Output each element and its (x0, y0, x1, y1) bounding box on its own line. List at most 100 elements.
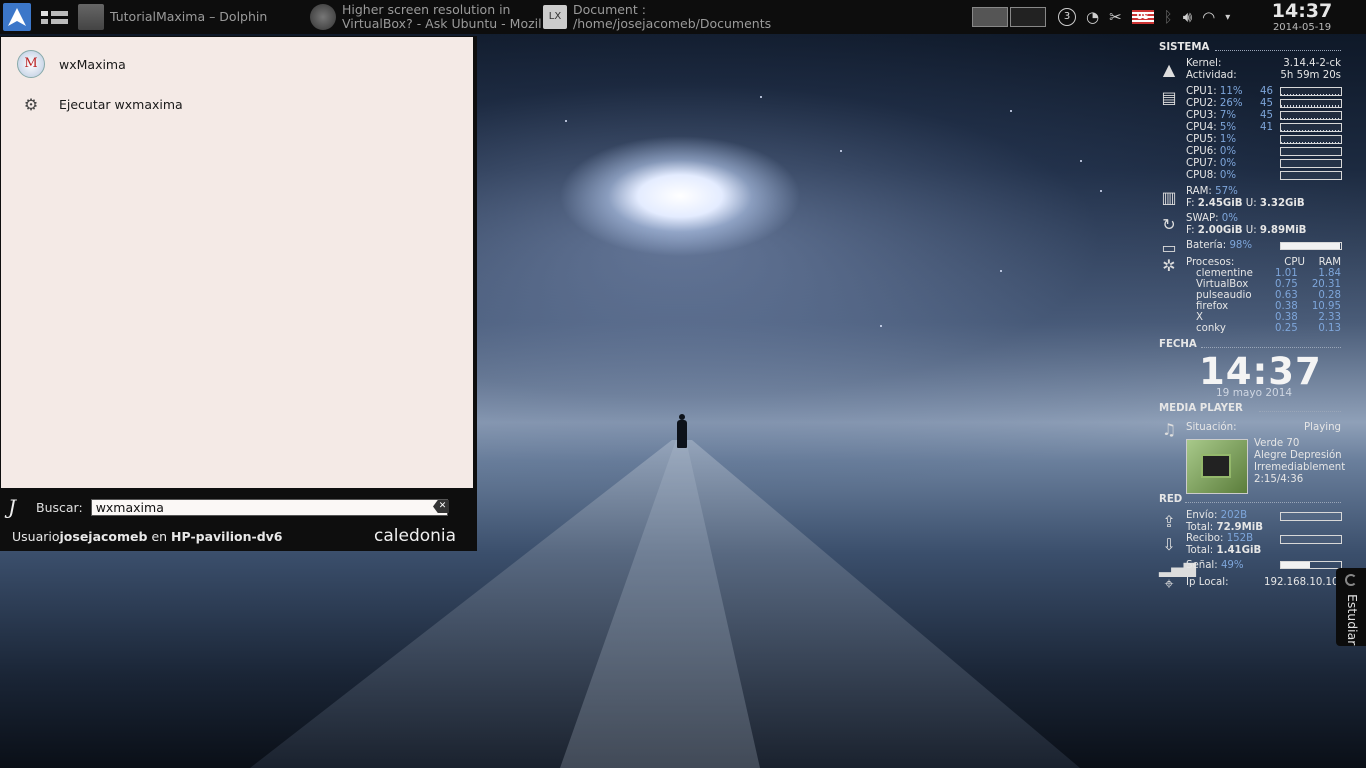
process-ram: 2.33 (1318, 312, 1341, 323)
cpu-graph (1280, 99, 1342, 108)
user-prefix: Usuario (12, 529, 60, 544)
process-cpu: 0.75 (1275, 279, 1298, 290)
media-album: Irremediablement (1254, 462, 1346, 473)
cpu-chip-icon: ▤ (1161, 88, 1177, 107)
cpu-row: CPU4: 5% (1186, 122, 1236, 134)
tray-expand-icon[interactable]: ▾ (1225, 12, 1230, 23)
search-input[interactable] (90, 498, 448, 516)
divider (1201, 347, 1341, 348)
bluetooth-icon[interactable]: ᛒ (1164, 8, 1173, 26)
app-launcher-button[interactable] (3, 3, 31, 31)
battery-row: Batería: 98% (1186, 240, 1252, 252)
process-name: VirtualBox (1196, 279, 1249, 290)
virtual-desktop-pager[interactable] (40, 8, 70, 26)
side-tab-estudiar[interactable]: Estudiar (1336, 568, 1366, 646)
wifi-icon[interactable]: ◠ (1202, 8, 1215, 26)
cpu-pct: 0% (1219, 158, 1237, 169)
ram-used-label: U: (1245, 198, 1257, 209)
upload-row: Envío: 202B (1186, 510, 1247, 522)
result-wxmaxima[interactable]: M wxMaxima (17, 49, 126, 79)
cpu-graph (1280, 135, 1342, 144)
cpu-row: CPU3: 7% (1186, 110, 1236, 122)
pager-icon (41, 11, 68, 24)
media-track: Verde 70 (1254, 438, 1300, 449)
cpu-graph (1280, 171, 1342, 180)
klipper-icon[interactable]: ◔ (1086, 8, 1099, 26)
upload-total-label: Total: (1186, 522, 1214, 533)
workspace-preview-icon[interactable] (972, 7, 1008, 27)
processes-icon: ✲ (1162, 256, 1176, 275)
firefox-icon (310, 4, 336, 30)
battery-bar (1280, 242, 1342, 250)
battery-pct: 98% (1229, 240, 1253, 251)
cpu-graph-fill (1281, 141, 1341, 143)
system-tray: 3 ◔ ✂ US ᛒ 🔊︎ ◠ ▾ (972, 0, 1240, 34)
process-cpu: 0.38 (1275, 301, 1298, 312)
calligraphy-j-icon: J (8, 495, 17, 519)
divider (1215, 50, 1341, 51)
panel-clock[interactable]: 14:37 2014-05-19 (1262, 1, 1342, 34)
media-position: 2:15/4:36 (1254, 474, 1304, 485)
notifications-icon[interactable]: 3 (1058, 8, 1076, 26)
side-tab-label: Estudiar (1345, 594, 1360, 646)
host-name: HP-pavilion-dv6 (171, 529, 283, 544)
cpu-graph (1280, 123, 1342, 132)
section-title-media: MEDIA PLAYER (1159, 403, 1243, 414)
run-gear-icon: ⚙ (23, 94, 39, 114)
task-lyx[interactable]: LX Document : /home/josejacomeb/Document… (543, 2, 771, 32)
process-name: firefox (1196, 301, 1229, 312)
cpu-temp: 41 (1260, 122, 1273, 133)
cpu-pct: 0% (1219, 170, 1237, 181)
swap-row: SWAP: 0% (1186, 213, 1238, 225)
keyboard-layout-flag[interactable]: US (1131, 10, 1154, 24)
volume-icon[interactable]: 🔊︎ (1183, 8, 1192, 26)
wallpaper-figure (676, 414, 688, 448)
cpu-label: CPU4: (1186, 122, 1217, 133)
ram-label: RAM: (1186, 186, 1212, 197)
cpu-label: CPU3: (1186, 110, 1217, 121)
media-status: Playing (1304, 422, 1341, 433)
signal-label: Señal: (1186, 560, 1218, 571)
cpu-row: CPU2: 26% (1186, 98, 1243, 110)
task-dolphin[interactable]: TutorialMaxima – Dolphin (78, 2, 267, 32)
section-title-sistema: SISTEMA (1159, 42, 1210, 53)
upload-graph (1280, 512, 1342, 521)
cpu-graph (1280, 159, 1342, 168)
cpu-label: CPU5: (1186, 134, 1217, 145)
cpu-pct: 1% (1219, 134, 1237, 145)
swap-free-label: F: (1186, 225, 1195, 236)
cpu-pct: 5% (1219, 122, 1237, 133)
user-info: Usuariojosejacomeb en HP-pavilion-dv6 (12, 529, 283, 544)
cpu-label: CPU7: (1186, 158, 1217, 169)
upload-label: Envío: (1186, 510, 1218, 521)
swap-detail: F: 2.00GiB U: 9.89MiB (1186, 225, 1306, 237)
cpu-row: CPU1: 11% (1186, 86, 1243, 98)
download-label: Recibo: (1186, 533, 1224, 544)
star (760, 96, 762, 98)
process-ram: 1.84 (1318, 268, 1341, 279)
wxmaxima-icon: M (17, 50, 45, 78)
swap-used-label: U: (1245, 225, 1257, 236)
result-run-wxmaxima[interactable]: ⚙ Ejecutar wxmaxima (17, 89, 183, 119)
cpu-temp: 45 (1260, 98, 1273, 109)
swap-label: SWAP: (1186, 213, 1219, 224)
process-cpu: 1.01 (1275, 268, 1298, 279)
kernel-value: 3.14.4-2-ck (1283, 58, 1341, 69)
task-firefox[interactable]: Higher screen resolution in VirtualBox? … (310, 2, 542, 32)
cpu-pct: 0% (1219, 146, 1237, 157)
download-row: Recibo: 152B (1186, 533, 1253, 545)
workspace-preview-icon[interactable] (1010, 7, 1046, 27)
user-name: josejacomeb (59, 529, 148, 544)
cpu-label: CPU1: (1186, 86, 1217, 97)
arch-logo-icon (8, 8, 26, 26)
process-name: X (1196, 312, 1203, 323)
star (565, 120, 567, 122)
media-status-label: Situación: (1186, 422, 1237, 433)
ram-free-label: F: (1186, 198, 1195, 209)
ram-detail: F: 2.45GiB U: 3.32GiB (1186, 198, 1305, 210)
cpu-graph-fill (1281, 105, 1341, 107)
scissors-icon[interactable]: ✂ (1109, 8, 1122, 26)
ram-icon: ▥ (1161, 188, 1177, 207)
section-title-fecha: FECHA (1159, 339, 1197, 350)
download-total: 1.41GiB (1216, 545, 1262, 556)
